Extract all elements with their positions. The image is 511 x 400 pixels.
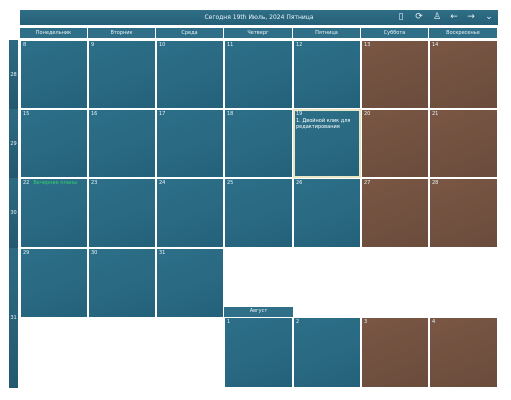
week-number: 31 bbox=[9, 248, 18, 388]
day-cell[interactable]: 21 bbox=[429, 109, 498, 178]
user-icon[interactable]: ♙ bbox=[430, 10, 444, 25]
day-header-tuesday: Вторник bbox=[88, 28, 156, 38]
day-cell[interactable]: 18 bbox=[224, 109, 293, 178]
day-header-monday: Понедельник bbox=[20, 28, 88, 38]
day-header-wednesday: Среда bbox=[156, 28, 224, 38]
day-cell[interactable]: 25 bbox=[224, 178, 293, 248]
day-cell[interactable]: 28 bbox=[429, 178, 498, 248]
day-cell[interactable]: 12 bbox=[293, 40, 361, 109]
day-cell[interactable]: 20 bbox=[361, 109, 429, 178]
event-note[interactable]: 1. Двойной клик для редактирования bbox=[296, 118, 358, 130]
day-cell[interactable]: 23 bbox=[88, 178, 156, 248]
day-cell[interactable]: 15 bbox=[20, 109, 88, 178]
day-cell[interactable]: 31 bbox=[156, 248, 224, 318]
arrow-left-icon[interactable]: ← bbox=[447, 10, 461, 25]
week-number: 29 bbox=[9, 109, 18, 178]
phone-icon[interactable]: ▯ bbox=[394, 10, 408, 25]
today-cell[interactable]: 19 1. Двойной клик для редактирования bbox=[293, 109, 361, 178]
today-title: Сегодня 19th Июль, 2024 Пятница bbox=[204, 14, 314, 21]
day-header-saturday: Суббота bbox=[361, 28, 429, 38]
week-number: 28 bbox=[9, 40, 18, 109]
day-cell[interactable]: 9 bbox=[88, 40, 156, 109]
day-cell[interactable]: 2 bbox=[293, 317, 361, 388]
calendar-header: Сегодня 19th Июль, 2024 Пятница ▯ ⟳ ♙ ← … bbox=[20, 10, 498, 25]
day-cell[interactable]: 1 bbox=[224, 317, 293, 388]
day-cell[interactable]: 16 bbox=[88, 109, 156, 178]
arrow-right-icon[interactable]: → bbox=[464, 10, 478, 25]
day-cell[interactable]: 24 bbox=[156, 178, 224, 248]
day-cell[interactable]: 27 bbox=[361, 178, 429, 248]
day-cell[interactable]: 13 bbox=[361, 40, 429, 109]
event-note[interactable]: Вечерние планы bbox=[33, 180, 77, 186]
chevron-down-icon[interactable]: ⌄ bbox=[482, 10, 496, 25]
day-cell[interactable]: 17 bbox=[156, 109, 224, 178]
sync-icon[interactable]: ⟳ bbox=[412, 10, 426, 25]
day-header-friday: Пятница bbox=[293, 28, 361, 38]
day-cell[interactable]: 29 bbox=[20, 248, 88, 318]
day-cell[interactable]: 10 bbox=[156, 40, 224, 109]
week-number: 30 bbox=[9, 178, 18, 248]
day-header-sunday: Воскресенье bbox=[429, 28, 498, 38]
day-cell[interactable]: 11 bbox=[224, 40, 293, 109]
day-cell[interactable]: 30 bbox=[88, 248, 156, 318]
day-cell[interactable]: 22 Вечерние планы bbox=[20, 178, 88, 248]
day-header-thursday: Четверг bbox=[224, 28, 293, 38]
day-cell[interactable]: 26 bbox=[293, 178, 361, 248]
day-cell[interactable]: 3 bbox=[361, 317, 429, 388]
day-cell[interactable]: 14 bbox=[429, 40, 498, 109]
day-cell[interactable]: 8 bbox=[20, 40, 88, 109]
month-header-august: Август bbox=[224, 307, 293, 317]
day-cell[interactable]: 4 bbox=[429, 317, 498, 388]
